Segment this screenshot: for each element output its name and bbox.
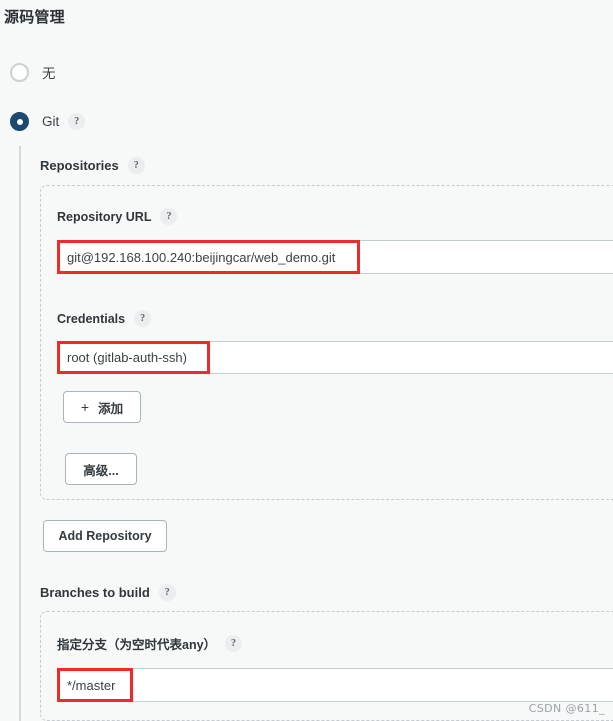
credentials-select[interactable]: root (gitlab-auth-ssh)	[57, 341, 613, 374]
scm-option-none[interactable]: 无	[10, 62, 56, 82]
watermark: CSDN @611_	[528, 702, 605, 715]
repositories-label: Repositories	[40, 158, 119, 173]
radio-none-icon[interactable]	[10, 62, 29, 82]
add-repository-button-label: Add Repository	[58, 529, 152, 543]
scm-option-git[interactable]: Git ?	[10, 112, 86, 131]
advanced-button[interactable]: 高级...	[65, 453, 137, 485]
branches-label-row: Branches to build ?	[40, 584, 176, 601]
credentials-label-row: Credentials ?	[57, 310, 152, 327]
add-credential-button[interactable]: + 添加	[63, 391, 141, 423]
radio-git-icon[interactable]	[10, 112, 29, 131]
repository-url-input[interactable]	[57, 240, 613, 274]
branches-label: Branches to build	[40, 585, 150, 600]
add-credential-button-label: 添加	[98, 401, 124, 416]
help-icon-branch-specifier[interactable]: ?	[225, 635, 243, 652]
repository-url-label-row: Repository URL ?	[57, 208, 178, 225]
repository-url-label: Repository URL	[57, 209, 152, 224]
branch-specifier-label: 指定分支（为空时代表any）	[57, 638, 217, 652]
advanced-button-label: 高级...	[83, 463, 119, 478]
plus-icon: +	[80, 399, 90, 415]
scm-configuration-page: 源码管理 无 Git ? Repositories ? Repository U…	[0, 0, 613, 721]
credentials-label: Credentials	[57, 311, 126, 326]
scm-option-none-label: 无	[42, 66, 56, 81]
indent-rail	[19, 146, 21, 721]
help-icon-git[interactable]: ?	[68, 113, 86, 130]
add-repository-button[interactable]: Add Repository	[43, 520, 167, 552]
help-icon-credentials[interactable]: ?	[134, 310, 152, 327]
help-icon-repositories[interactable]: ?	[127, 157, 145, 174]
repositories-label-row: Repositories ?	[40, 157, 145, 174]
branch-specifier-label-row: 指定分支（为空时代表any） ?	[57, 634, 243, 653]
help-icon-repository-url[interactable]: ?	[160, 208, 178, 225]
scm-option-git-label: Git	[42, 114, 60, 129]
page-title: 源码管理	[4, 9, 65, 26]
branch-specifier-input[interactable]	[57, 668, 613, 702]
help-icon-branches[interactable]: ?	[158, 584, 176, 601]
branch-entry-panel	[40, 611, 613, 721]
